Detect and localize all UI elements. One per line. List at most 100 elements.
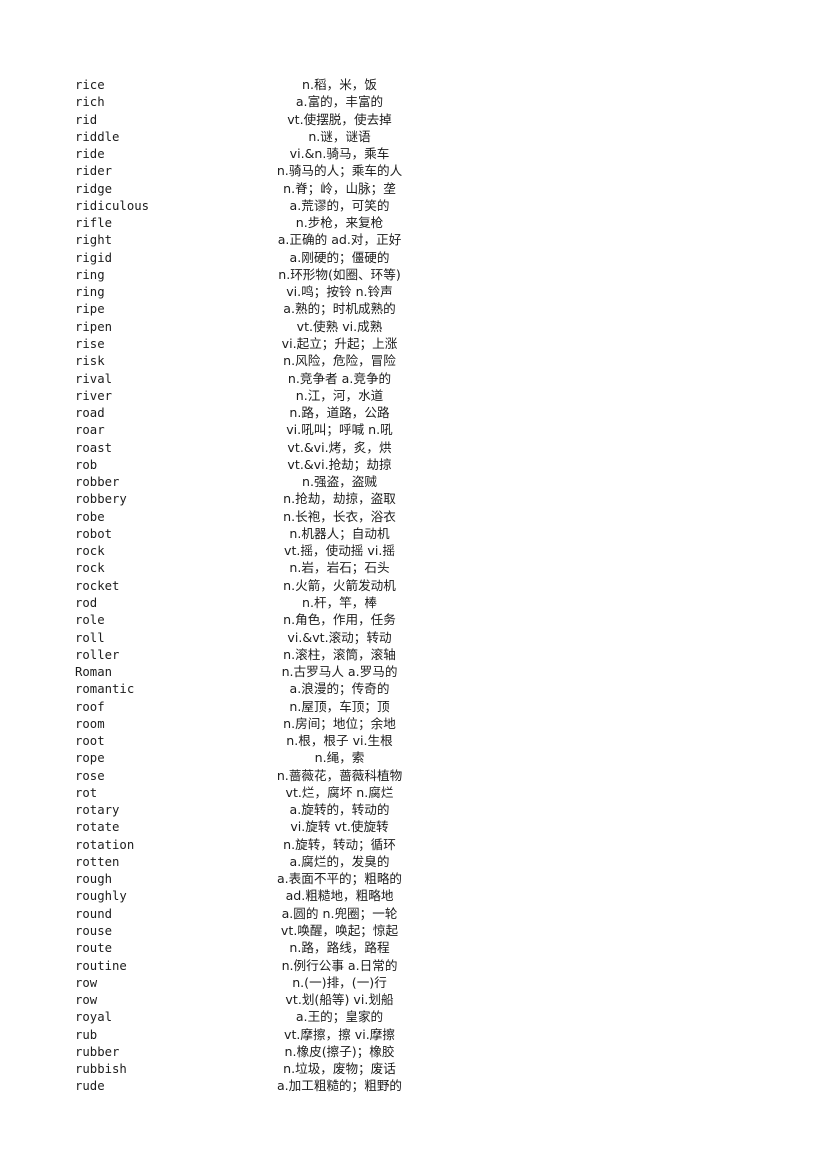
vocab-definition: vi.鸣；按铃 n.铃声 bbox=[286, 284, 393, 300]
vocab-word: robber bbox=[75, 475, 120, 490]
vocab-entry-row: rouse vt.唤醒，唤起；惊起 bbox=[0, 922, 827, 939]
vocab-definition: n.例行公事 a.日常的 bbox=[281, 957, 398, 973]
vocab-entry-row: robot n.机器人；自动机 bbox=[0, 525, 827, 542]
vocab-entry-row: royal a.王的；皇家的 bbox=[0, 1008, 827, 1025]
vocab-entry-row: ring vi.鸣；按铃 n.铃声 bbox=[0, 283, 827, 300]
vocab-definition: n.房间；地位；余地 bbox=[283, 715, 396, 731]
vocab-word: route bbox=[75, 941, 113, 956]
vocab-entry-row: ring n.环形物(如圈、环等) bbox=[0, 266, 827, 283]
vocab-word: robot bbox=[75, 526, 113, 541]
vocab-word: rifle bbox=[75, 216, 113, 231]
vocab-entry-row: rob vt.&vi.抢劫；劫掠 bbox=[0, 456, 827, 473]
vocab-definition: a.正确的 ad.对，正好 bbox=[277, 232, 402, 248]
vocab-word: rigid bbox=[75, 250, 113, 265]
vocab-entry-row: rotation n.旋转，转动；循环 bbox=[0, 836, 827, 853]
vocab-entry-row: room n.房间；地位；余地 bbox=[0, 715, 827, 732]
vocab-definition: n.岩，岩石；石头 bbox=[289, 560, 390, 576]
vocab-word: rice bbox=[75, 78, 105, 92]
vocab-entry-row: road n.路，道路，公路 bbox=[0, 404, 827, 421]
vocab-definition: n.谜，谜语 bbox=[308, 128, 371, 144]
vocab-entry-row: rigid a.刚硬的；僵硬的 bbox=[0, 249, 827, 266]
vocab-word: rotation bbox=[75, 837, 135, 852]
vocab-entry-row: rival n.竞争者 a.竞争的 bbox=[0, 370, 827, 387]
vocab-entry-row: rotten a.腐烂的，发臭的 bbox=[0, 853, 827, 870]
vocab-entry-row: role n.角色，作用，任务 bbox=[0, 611, 827, 628]
vocab-entry-row: rock n.岩，岩石；石头 bbox=[0, 559, 827, 576]
vocab-definition: vt.划(船等) vi.划船 bbox=[285, 992, 394, 1008]
vocab-definition: a.王的；皇家的 bbox=[295, 1009, 384, 1025]
vocab-entry-row: rotate vi.旋转 vt.使旋转 bbox=[0, 818, 827, 835]
vocab-definition: a.腐烂的，发臭的 bbox=[289, 853, 390, 869]
vocab-definition: n.竞争者 a.竞争的 bbox=[287, 370, 392, 386]
vocab-definition: vt.摇，使动摇 vi.摇 bbox=[284, 543, 395, 559]
vocab-entry-row: river n.江，河，水道 bbox=[0, 387, 827, 404]
vocab-entry-row: row n.(一)排，(一)行 bbox=[0, 974, 827, 991]
vocab-word: rotten bbox=[75, 854, 120, 869]
vocab-definition: vt.唤醒，唤起；惊起 bbox=[280, 923, 399, 939]
vocab-word: rotary bbox=[75, 803, 120, 818]
vocab-entry-row: rude a.加工粗糙的；粗野的 bbox=[0, 1077, 827, 1094]
vocab-definition: vt.使摆脱，使去掉 bbox=[287, 111, 392, 127]
vocab-word: ridge bbox=[75, 181, 113, 196]
vocab-definition: vi.&vt.滚动；转动 bbox=[287, 629, 392, 645]
vocab-entry-row: rise vi.起立；升起；上涨 bbox=[0, 335, 827, 352]
vocab-word: rock bbox=[75, 544, 105, 559]
vocab-word: robe bbox=[75, 509, 105, 524]
vocab-definition: n.(一)排，(一)行 bbox=[292, 974, 387, 990]
vocab-entry-row: roast vt.&vi.烤，炙，烘 bbox=[0, 439, 827, 456]
vocab-word: rubber bbox=[75, 1044, 120, 1059]
vocab-word: ring bbox=[75, 267, 105, 282]
vocab-definition: n.蔷薇花，蔷薇科植物 bbox=[276, 767, 403, 783]
vocab-definition: a.荒谬的，可笑的 bbox=[289, 197, 390, 213]
vocab-word: roof bbox=[75, 699, 105, 714]
vocab-word: road bbox=[75, 406, 105, 421]
vocab-definition: n.杆，竿，棒 bbox=[302, 594, 377, 610]
vocab-definition: a.刚硬的；僵硬的 bbox=[289, 249, 390, 265]
vocab-word: ripen bbox=[75, 319, 113, 334]
vocab-entry-row: rock vt.摇，使动摇 vi.摇 bbox=[0, 542, 827, 559]
vocab-entry-row: roughly ad.粗糙地，粗略地 bbox=[0, 887, 827, 904]
vocab-entry-row: roll vi.&vt.滚动；转动 bbox=[0, 629, 827, 646]
vocab-entry-row: root n.根，根子 vi.生根 bbox=[0, 732, 827, 749]
vocab-entry-row: ridge n.脊；岭，山脉；垄 bbox=[0, 180, 827, 197]
vocab-definition: a.旋转的，转动的 bbox=[289, 802, 390, 818]
vocab-word: rock bbox=[75, 561, 105, 576]
vocab-word: rid bbox=[75, 112, 98, 127]
vocab-definition: vt.&vi.烤，炙，烘 bbox=[287, 439, 392, 455]
vocab-definition: n.稻，米，饭 bbox=[302, 77, 377, 92]
vocab-entry-row: rough a.表面不平的；粗略的 bbox=[0, 870, 827, 887]
vocab-entry-row: rich a.富的，丰富的 bbox=[0, 93, 827, 110]
vocab-definition: n.骑马的人；乘车的人 bbox=[276, 163, 403, 179]
vocab-definition: n.路，道路，公路 bbox=[289, 405, 390, 421]
vocab-word: rose bbox=[75, 768, 105, 783]
vocab-definition: n.江，河，水道 bbox=[295, 387, 384, 403]
vocab-definition: n.垃圾，废物；废话 bbox=[283, 1061, 396, 1077]
vocab-definition: a.浪漫的；传奇的 bbox=[289, 681, 390, 697]
vocab-word: row bbox=[75, 993, 98, 1008]
vocab-definition: vi.旋转 vt.使旋转 bbox=[290, 819, 389, 835]
vocab-entry-row: romantic a.浪漫的；传奇的 bbox=[0, 680, 827, 697]
document-page: rice n.稻，米，饭 rich a.富的，丰富的 rid vt.使摆脱，使去掉 ridd… bbox=[0, 0, 827, 1170]
vocab-word: roast bbox=[75, 440, 113, 455]
vocab-word: ring bbox=[75, 285, 105, 300]
vocab-word: royal bbox=[75, 1010, 113, 1025]
vocab-definition: n.风险，危险，冒险 bbox=[283, 353, 396, 369]
vocab-definition: n.强盗，盗贼 bbox=[302, 474, 377, 490]
vocab-definition: n.旋转，转动；循环 bbox=[283, 836, 396, 852]
vocab-entry-row: ripe a.熟的；时机成熟的 bbox=[0, 300, 827, 317]
vocab-word: rotate bbox=[75, 820, 120, 835]
vocab-entry-row: row vt.划(船等) vi.划船 bbox=[0, 991, 827, 1008]
vocab-entry-row: round a.圆的 n.兜圈；一轮 bbox=[0, 905, 827, 922]
vocab-word: rise bbox=[75, 336, 105, 351]
vocab-entry-row: rod n.杆，竿，棒 bbox=[0, 594, 827, 611]
vocab-word: rude bbox=[75, 1079, 105, 1094]
vocab-definition: n.根，根子 vi.生根 bbox=[286, 733, 393, 749]
vocabulary-list: rice n.稻，米，饭 rich a.富的，丰富的 rid vt.使摆脱，使去掉 ridd… bbox=[0, 76, 827, 1095]
vocab-definition: n.步枪，来复枪 bbox=[295, 215, 384, 231]
vocab-word: Roman bbox=[75, 665, 113, 680]
vocab-definition: a.熟的；时机成熟的 bbox=[283, 301, 396, 317]
vocab-definition: vi.&n.骑马，乘车 bbox=[289, 146, 390, 162]
vocab-entry-row: riddle n.谜，谜语 bbox=[0, 128, 827, 145]
vocab-definition: vi.吼叫；呼喊 n.吼 bbox=[286, 422, 393, 438]
vocab-definition: vi.起立；升起；上涨 bbox=[281, 335, 398, 351]
